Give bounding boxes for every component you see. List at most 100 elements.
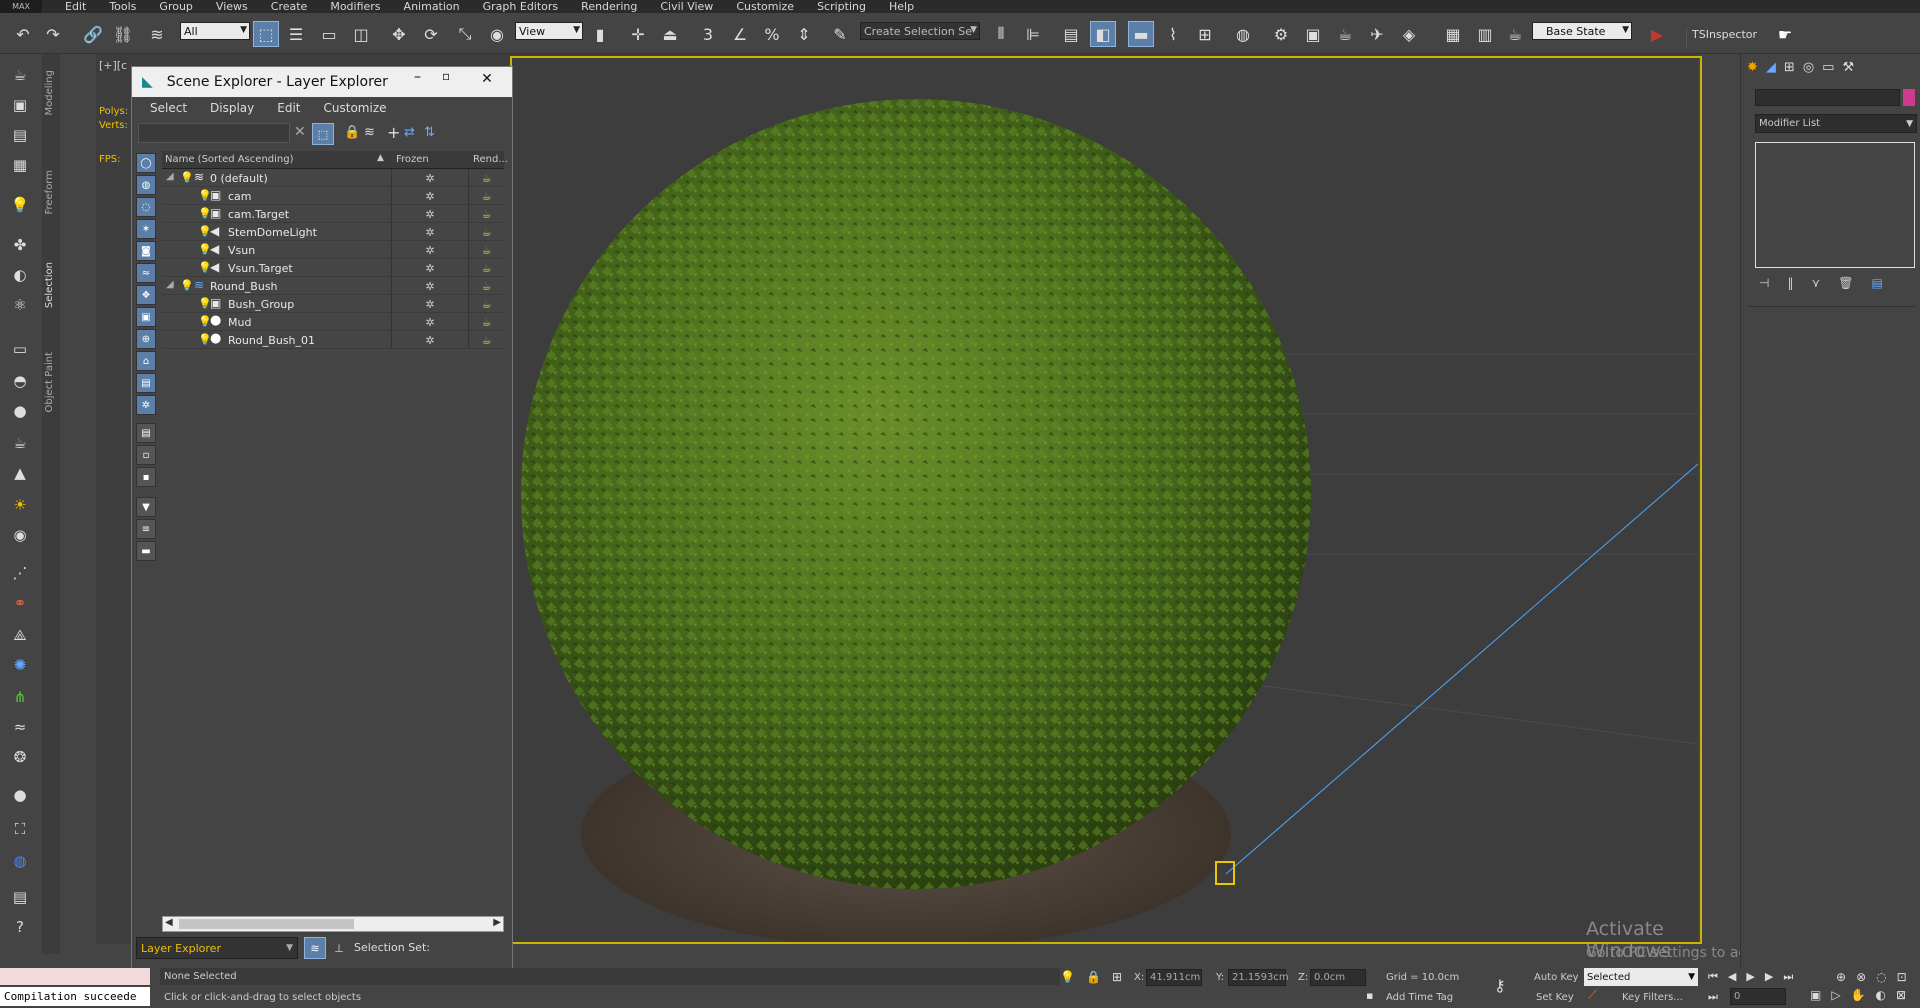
named-selection-dropdown[interactable]: Create Selection Se ▼ xyxy=(860,22,980,40)
rock-icon[interactable]: ❂ xyxy=(7,746,33,768)
table-row[interactable]: 💡 ◀ StemDomeLight ✲ ☕ xyxy=(162,223,504,241)
menu-scripting[interactable]: Scripting xyxy=(817,0,866,13)
menu-civil-view[interactable]: Civil View xyxy=(660,0,713,13)
menu-views[interactable]: Views xyxy=(216,0,248,13)
close-icon[interactable]: ✕ xyxy=(464,67,510,91)
se-menu-display[interactable]: Display xyxy=(210,101,254,115)
frozen-icon[interactable]: ✲ xyxy=(392,277,469,295)
mirror-icon[interactable]: ⫴ xyxy=(988,21,1014,47)
frozen-icon[interactable]: ✲ xyxy=(392,187,469,205)
renderable-icon[interactable]: ☕ xyxy=(469,205,504,223)
se-menu-select[interactable]: Select xyxy=(150,101,187,115)
lightbulb-icon[interactable]: 💡 xyxy=(180,171,194,184)
renderable-icon[interactable]: ☕ xyxy=(469,241,504,259)
material-editor-icon[interactable]: ◍ xyxy=(1230,21,1256,47)
toggle-scene-explorer-icon[interactable]: ▤ xyxy=(1058,21,1084,47)
selection-lock-icon[interactable]: 🔒 xyxy=(1086,970,1101,984)
list-icon[interactable]: ▤ xyxy=(7,124,33,146)
rotate-icon[interactable]: ⟳ xyxy=(418,21,444,47)
grass-icon[interactable]: ⋔ xyxy=(7,686,33,708)
curve-editor-icon[interactable]: ⌇ xyxy=(1160,21,1186,47)
make-unique-icon[interactable]: ⋎ xyxy=(1811,276,1820,290)
menu-modifiers[interactable]: Modifiers xyxy=(330,0,380,13)
y-coordinate-field[interactable]: 21.1593cm xyxy=(1228,969,1289,986)
reference-coord-dropdown[interactable]: View ▼ xyxy=(515,22,583,40)
render-production-icon[interactable]: ☕ xyxy=(1332,21,1358,47)
frozen-icon[interactable]: ✲ xyxy=(392,169,469,187)
teapot-small-icon[interactable]: ☕ xyxy=(7,432,33,454)
table-row[interactable]: 💡 ▣ cam.Target ✲ ☕ xyxy=(162,205,504,223)
help-icon[interactable]: ? xyxy=(7,916,33,938)
render-activeshade-icon[interactable]: ◈ xyxy=(1396,21,1422,47)
pointer-icon[interactable]: ☛ xyxy=(1772,21,1798,47)
toggle-layer-explorer-icon[interactable]: ◧ xyxy=(1090,21,1116,47)
cone-icon[interactable]: ▲ xyxy=(7,462,33,484)
key-mode-dropdown[interactable]: Selected ▼ xyxy=(1584,968,1698,986)
configure-sets-icon[interactable]: ▤ xyxy=(1871,276,1882,290)
scrollbar-thumb[interactable] xyxy=(179,919,354,929)
renderable-icon[interactable]: ☕ xyxy=(469,277,504,295)
z-coordinate-field[interactable]: 0.0cm xyxy=(1310,969,1366,986)
link-icon[interactable]: 🔗 xyxy=(80,21,106,47)
set-key-icon[interactable]: ⚷ xyxy=(1494,976,1506,995)
window-crossing-icon[interactable]: ◫ xyxy=(348,21,374,47)
teapot-icon[interactable]: ☕ xyxy=(1502,21,1528,47)
add-to-layer-icon[interactable]: ⇄ xyxy=(404,125,415,140)
align-icon[interactable]: ⊫ xyxy=(1020,21,1046,47)
maxscript-listener-output[interactable]: Compilation succeede xyxy=(0,987,150,1006)
teapot-icon[interactable]: ☕ xyxy=(7,64,33,86)
hair-icon[interactable]: ≈ xyxy=(7,716,33,738)
percent-snap-icon[interactable]: % xyxy=(759,21,785,47)
schematic-view-icon[interactable]: ⊞ xyxy=(1192,21,1218,47)
pan-icon[interactable]: ✋ xyxy=(1851,988,1866,1002)
pivot-center-icon[interactable]: ▮ xyxy=(587,21,613,47)
selection-filter-dropdown[interactable]: All ▼ xyxy=(180,22,250,40)
play-icon[interactable]: ▶ xyxy=(1746,970,1754,984)
frozen-icon[interactable]: ✲ xyxy=(392,241,469,259)
keyboard-shortcut-icon[interactable]: ⏏ xyxy=(657,21,683,47)
particle-icon[interactable]: ⚛ xyxy=(7,294,33,316)
absolute-mode-icon[interactable]: ⊞ xyxy=(1112,970,1122,984)
show-end-result-icon[interactable]: ‖ xyxy=(1787,276,1793,290)
table-row[interactable]: 💡 ● Mud ✲ ☕ xyxy=(162,313,504,331)
hemisphere-icon[interactable]: ◓ xyxy=(7,370,33,392)
key-mode-toggle-icon[interactable]: ⏭ xyxy=(1708,990,1718,1004)
frozen-icon[interactable]: ✲ xyxy=(392,259,469,277)
previous-frame-icon[interactable]: ◀ xyxy=(1728,970,1736,984)
frozen-icon[interactable]: ✲ xyxy=(392,313,469,331)
scroll-left-icon[interactable]: ◀ xyxy=(165,917,173,928)
table-row[interactable]: 💡 ▣ cam ✲ ☕ xyxy=(162,187,504,205)
table-row[interactable]: 💡 ◀ Vsun ✲ ☕ xyxy=(162,241,504,259)
modify-tab-icon[interactable]: ◢ xyxy=(1766,60,1776,75)
table-row[interactable]: ◢ 💡 ≋ 0 (default) ✲ ☕ xyxy=(162,169,504,187)
time-tag-icon[interactable]: ▪ xyxy=(1366,989,1373,1002)
redo-icon[interactable]: ↷ xyxy=(40,21,66,47)
collapse-icon[interactable]: ◢ xyxy=(166,171,174,182)
zoom-all-icon[interactable]: ⊗ xyxy=(1856,970,1866,984)
explorer-type-dropdown[interactable]: Layer Explorer ▼ xyxy=(136,937,298,959)
render-setup-icon[interactable]: ⚙ xyxy=(1268,21,1294,47)
key-curve-icon[interactable]: ⟋ xyxy=(1588,988,1597,1003)
renderable-icon[interactable]: ☕ xyxy=(469,223,504,241)
ribbon-tab-selection[interactable]: Selection xyxy=(44,262,55,308)
auto-key-button[interactable]: Auto Key xyxy=(1534,972,1579,983)
column-name-header[interactable]: Name (Sorted Ascending) xyxy=(165,154,294,165)
maxscript-listener-top[interactable] xyxy=(0,968,150,985)
isolate-icon[interactable]: 💡 xyxy=(1060,970,1075,984)
undo-icon[interactable]: ↶ xyxy=(10,21,36,47)
zoom-icon[interactable]: ⊕ xyxy=(1836,970,1846,984)
helper-icon[interactable]: ✤ xyxy=(7,234,33,256)
current-frame-field[interactable]: 0 xyxy=(1730,988,1786,1005)
light-icon[interactable]: 💡 xyxy=(7,194,33,216)
script-icon[interactable]: ▤ xyxy=(7,886,33,908)
renderable-icon[interactable]: ☕ xyxy=(469,313,504,331)
scroll-right-icon[interactable]: ▶ xyxy=(493,917,501,928)
molecule-icon[interactable]: ⚭ xyxy=(7,592,33,614)
maximize-icon[interactable]: ▫ xyxy=(442,69,450,83)
menu-tools[interactable]: Tools xyxy=(109,0,136,13)
render-iterative-icon[interactable]: ✈ xyxy=(1364,21,1390,47)
se-menu-customize[interactable]: Customize xyxy=(324,101,387,115)
utilities-tab-icon[interactable]: ⚒ xyxy=(1842,60,1854,75)
menu-graph-editors[interactable]: Graph Editors xyxy=(483,0,559,13)
select-mode-icon[interactable]: ⬚ xyxy=(312,123,334,145)
